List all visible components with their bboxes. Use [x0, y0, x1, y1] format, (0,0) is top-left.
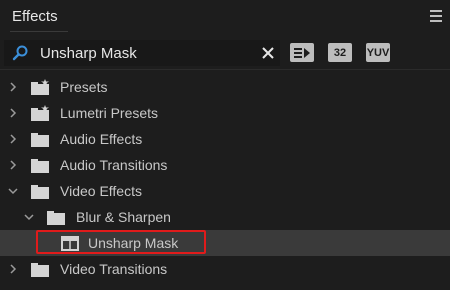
highlight-annotation — [36, 230, 206, 254]
panel-header: Effects — [0, 0, 450, 34]
folder-icon — [31, 133, 49, 147]
chevron-down-icon[interactable] — [8, 186, 18, 196]
tree-item-video-effects[interactable]: Video Effects — [0, 178, 450, 204]
panel-menu-icon[interactable] — [430, 10, 442, 22]
panel-title[interactable]: Effects — [12, 8, 58, 25]
chevron-right-icon[interactable] — [8, 264, 18, 274]
tree-item-label: Audio Transitions — [60, 157, 168, 173]
yuv-effects-button[interactable]: YUV — [366, 43, 390, 62]
tree-item-label: Video Transitions — [60, 261, 168, 277]
tree-item-presets[interactable]: Presets — [0, 74, 450, 100]
tree-item-label: Presets — [60, 79, 108, 95]
tree-item-lumetri-presets[interactable]: Lumetri Presets — [0, 100, 450, 126]
folder-icon — [31, 185, 49, 199]
title-underline — [10, 31, 68, 32]
tree-item-label: Video Effects — [60, 183, 142, 199]
tree-item-blur-sharpen[interactable]: Blur & Sharpen — [0, 204, 450, 230]
search-bar: Unsharp Mask 32 YUV — [0, 36, 450, 68]
chevron-right-icon[interactable] — [8, 134, 18, 144]
chevron-right-icon[interactable] — [8, 160, 18, 170]
search-input[interactable]: Unsharp Mask — [4, 40, 280, 66]
effects-panel: Effects Unsharp Mask 32 YUV Presets Lume… — [0, 0, 450, 290]
folder-icon — [31, 263, 49, 277]
folder-icon — [47, 211, 65, 225]
tree-item-video-transitions[interactable]: Video Transitions — [0, 256, 450, 282]
accelerated-effects-button[interactable] — [290, 43, 314, 62]
tree-item-audio-transitions[interactable]: Audio Transitions — [0, 152, 450, 178]
search-icon — [12, 45, 28, 61]
folder-star-icon — [31, 79, 49, 95]
clear-search-icon[interactable] — [262, 47, 274, 59]
chevron-right-icon[interactable] — [8, 82, 18, 92]
chevron-down-icon[interactable] — [24, 212, 34, 222]
tree-item-label: Audio Effects — [60, 131, 143, 147]
effects-tree: Presets Lumetri Presets Audio Effects Au… — [0, 72, 450, 288]
tree-item-audio-effects[interactable]: Audio Effects — [0, 126, 450, 152]
folder-icon — [31, 159, 49, 173]
tree-item-label: Lumetri Presets — [60, 105, 159, 121]
accelerated-effects-icon — [294, 48, 310, 58]
search-value: Unsharp Mask — [40, 45, 137, 62]
chevron-right-icon[interactable] — [8, 108, 18, 118]
folder-star-icon — [31, 105, 49, 121]
tree-item-label: Blur & Sharpen — [76, 209, 171, 225]
32-bit-color-button[interactable]: 32 — [328, 43, 352, 62]
divider — [0, 69, 450, 70]
